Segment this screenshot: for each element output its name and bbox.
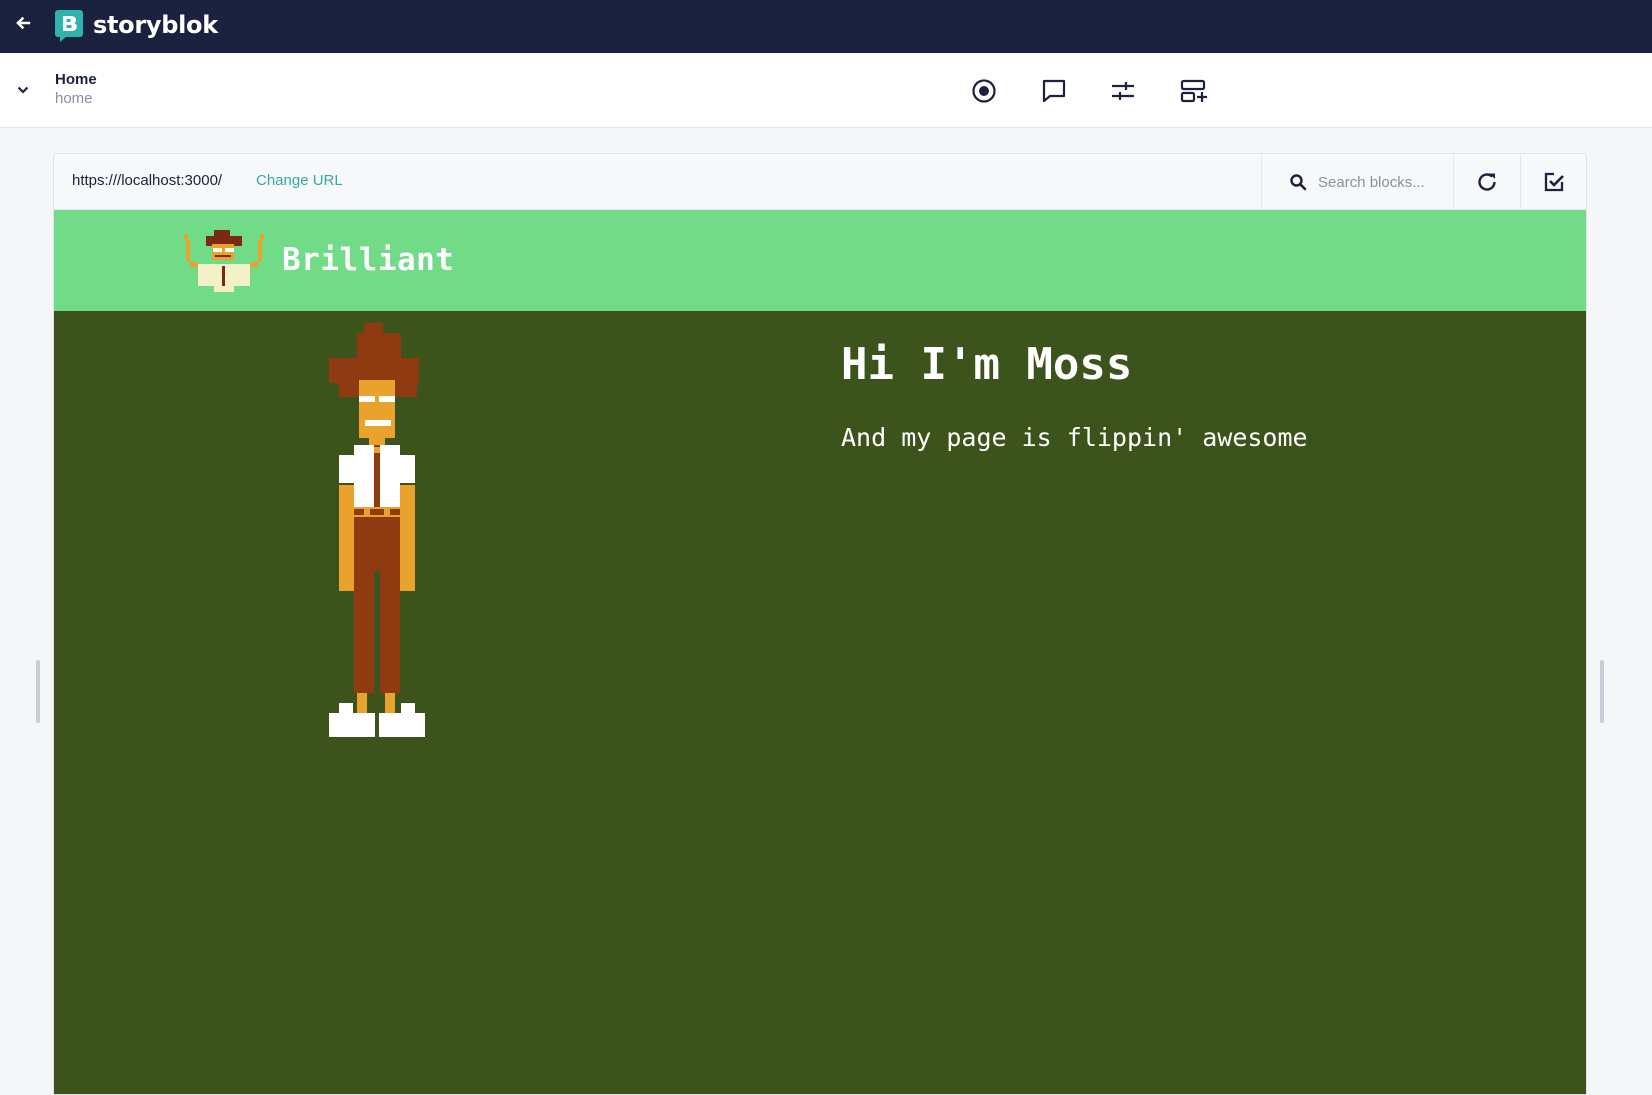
moss-logo-icon[interactable] [182, 230, 266, 292]
config-button[interactable] [1105, 73, 1141, 109]
right-resize-handle[interactable] [1600, 660, 1604, 723]
preview-url: https:///localhost:3000/ [72, 172, 223, 189]
chevron-down-icon [17, 86, 29, 94]
brand-name: storyblok [93, 11, 218, 39]
comment-icon [1042, 79, 1066, 103]
story-toolbar: Home home [0, 53, 1652, 128]
site-name: Brilliant [282, 242, 455, 278]
reload-button[interactable] [1453, 154, 1520, 210]
story-title: Home [55, 71, 97, 88]
hero-title: Hi I'm Moss [841, 339, 1133, 390]
search-blocks [1261, 154, 1453, 210]
back-button[interactable] [10, 10, 36, 36]
preview-url-bar: https:///localhost:3000/ Change URL [54, 154, 1586, 210]
record-button[interactable] [966, 73, 1002, 109]
refresh-icon [1478, 173, 1496, 191]
add-block-button[interactable] [1176, 73, 1212, 109]
storyblok-logo-icon [55, 10, 83, 42]
hero-subtitle: And my page is flippin' awesome [841, 423, 1308, 452]
arrow-left-icon [16, 16, 31, 30]
add-block-icon [1180, 79, 1207, 103]
site-header: Brilliant [54, 210, 1586, 311]
edit-mode-button[interactable] [1520, 154, 1586, 210]
preview-frame: https:///localhost:3000/ Change URL Sear… [53, 153, 1587, 1095]
comments-button[interactable] [1036, 73, 1072, 109]
top-navigation-bar: storyblok [0, 0, 1652, 53]
search-icon [1290, 174, 1307, 191]
settings-sliders-icon [1112, 82, 1134, 100]
search-blocks-input[interactable] [1318, 168, 1446, 196]
left-resize-handle[interactable] [36, 660, 40, 723]
story-slug: home [55, 90, 93, 107]
moss-character-illustration [329, 323, 425, 737]
site-hero: Hi I'm Moss And my page is flippin' awes… [54, 311, 1586, 1094]
record-icon [972, 79, 996, 103]
edit-check-icon [1544, 172, 1564, 192]
change-url-link[interactable]: Change URL [256, 172, 343, 189]
story-menu-toggle[interactable] [12, 79, 34, 101]
